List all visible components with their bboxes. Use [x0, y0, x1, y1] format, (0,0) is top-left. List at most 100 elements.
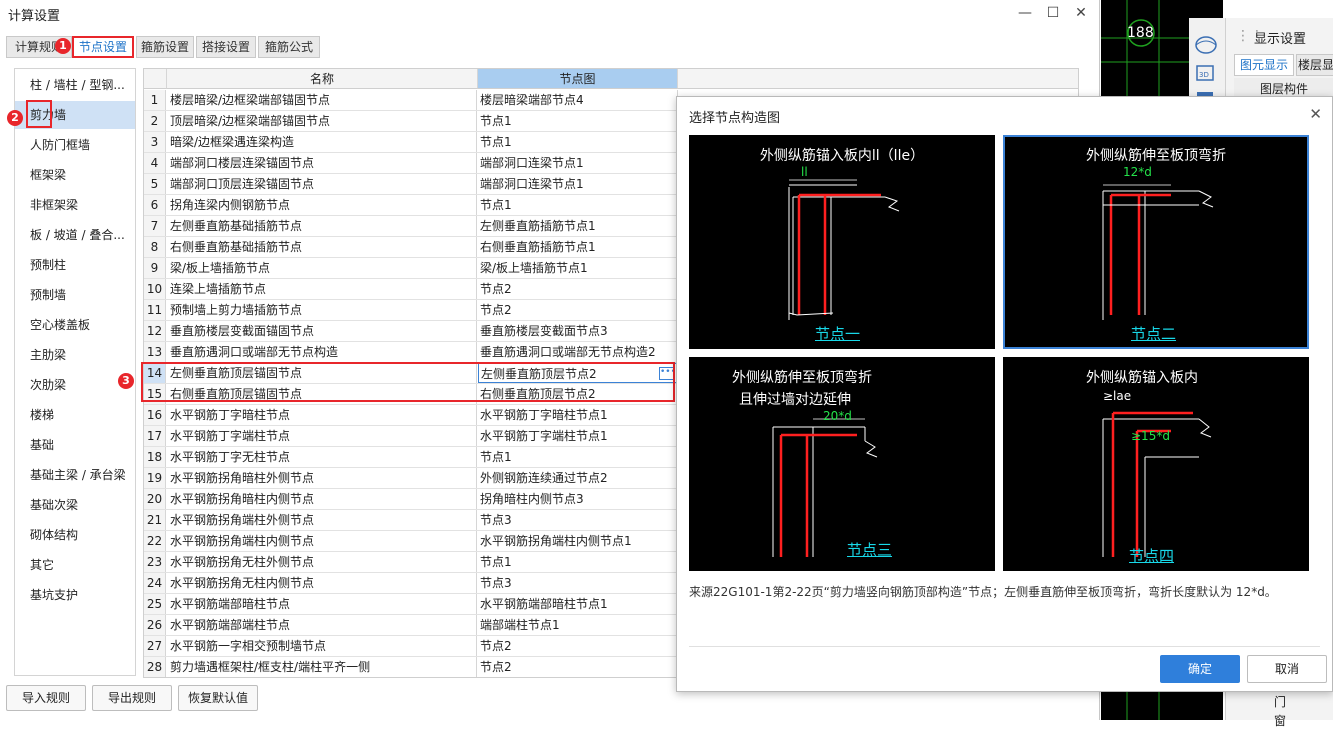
dialog-close-icon[interactable]: ✕	[1309, 105, 1322, 123]
row-number: 18	[144, 447, 166, 467]
node-option-3[interactable]: 外侧纵筋伸至板顶弯折 且伸过墙对边延伸 20*d 节点三	[689, 357, 995, 571]
node-diagram-cell[interactable]: 左侧垂直筋插筋节点1	[478, 216, 678, 236]
node-diagram-value: 节点1	[480, 114, 512, 128]
node-2-label: 节点二	[1131, 325, 1177, 343]
close-icon[interactable]: ✕	[1072, 4, 1090, 22]
node-diagram-cell[interactable]: 节点2	[478, 657, 678, 677]
node-diagram-value: 节点1	[480, 198, 512, 212]
node-1-dimension: ll	[801, 165, 808, 179]
ok-button[interactable]: 确定	[1160, 655, 1240, 683]
node-diagram-cell[interactable]: 水平钢筋拐角端柱内侧节点1	[478, 531, 678, 551]
category-item[interactable]: 其它	[15, 551, 135, 579]
row-number: 24	[144, 573, 166, 593]
category-item[interactable]: 主肋梁	[15, 341, 135, 369]
step-marker-2: 2	[7, 110, 23, 126]
cancel-button[interactable]: 取消	[1247, 655, 1327, 683]
node-diagram-cell[interactable]: 节点2	[478, 279, 678, 299]
category-item[interactable]: 基础次梁	[15, 491, 135, 519]
header-rownum	[144, 69, 167, 89]
node-diagram-cell[interactable]: 水平钢筋丁字端柱节点1	[478, 426, 678, 446]
node-diagram-cell[interactable]: 节点2	[478, 636, 678, 656]
category-item[interactable]: 框架梁	[15, 161, 135, 189]
export-rules-button[interactable]: 导出规则	[92, 685, 172, 711]
row-number: 26	[144, 615, 166, 635]
node-name-cell: 水平钢筋丁字端柱节点	[167, 426, 477, 446]
dialog-title: 选择节点构造图	[689, 111, 781, 126]
node-diagram-cell[interactable]: 梁/板上墙插筋节点1	[478, 258, 678, 278]
node-option-4[interactable]: 外侧纵筋锚入板内 ≥lae ≥15*d 节点四	[1003, 357, 1309, 571]
tab-element-display[interactable]: 图元显示	[1234, 54, 1294, 76]
category-item[interactable]: 非框架梁	[15, 191, 135, 219]
display-settings-title: 显示设置	[1254, 32, 1307, 47]
category-item[interactable]: 板 / 坡道 / 叠合...	[15, 221, 135, 249]
category-item[interactable]: 次肋梁	[15, 371, 135, 399]
node-diagram-cell[interactable]: 节点1	[478, 447, 678, 467]
layer-item-window[interactable]: 窗	[1274, 712, 1286, 729]
node-diagram-value: 节点1	[480, 135, 512, 149]
category-item[interactable]: 预制墙	[15, 281, 135, 309]
node-diagram-cell[interactable]: 垂直筋遇洞口或端部无节点构造2	[478, 342, 678, 362]
node-diagram-cell[interactable]: 节点3	[478, 573, 678, 593]
node-diagram-cell[interactable]: 节点3	[478, 510, 678, 530]
node-4-diagram	[1102, 411, 1212, 557]
node-diagram-cell[interactable]: 端部端柱节点1	[478, 615, 678, 635]
node-option-2[interactable]: 外侧纵筋伸至板顶弯折 12*d 节点二	[1003, 135, 1309, 349]
node-diagram-value: 节点1	[480, 450, 512, 464]
node-diagram-value: 拐角暗柱内侧节点3	[480, 492, 584, 506]
node-diagram-cell[interactable]: 拐角暗柱内侧节点3	[478, 489, 678, 509]
node-diagram-value: 右侧垂直筋插筋节点1	[480, 240, 596, 254]
node-diagram-value: 节点1	[480, 555, 512, 569]
tab-node-settings[interactable]: 节点设置	[72, 36, 134, 58]
node-diagram-value: 水平钢筋拐角端柱内侧节点1	[480, 534, 632, 548]
node-1-diagram	[788, 179, 900, 320]
category-item[interactable]: 楼梯	[15, 401, 135, 429]
node-1-title: 外侧纵筋锚入板内ll（lle）	[759, 148, 925, 164]
select-node-diagram-dialog: 选择节点构造图 ✕ 外侧纵筋锚入板内ll（lle） ll 节点一 外侧纵筋伸至板…	[676, 96, 1333, 692]
node-diagram-cell[interactable]: 节点1	[478, 132, 678, 152]
row-number: 25	[144, 594, 166, 614]
category-item[interactable]: 砌体结构	[15, 521, 135, 549]
layer-item-door[interactable]: 门	[1274, 693, 1286, 710]
node-name-cell: 连梁上墙插筋节点	[167, 279, 477, 299]
node-diagram-cell[interactable]: 外侧钢筋连续通过节点2	[478, 468, 678, 488]
node-diagram-cell[interactable]: 楼层暗梁端部节点4	[478, 90, 678, 110]
node-name-cell: 水平钢筋拐角端柱内侧节点	[167, 531, 477, 551]
minimize-icon[interactable]: —	[1016, 4, 1034, 22]
row-number: 16	[144, 405, 166, 425]
node-diagram-cell[interactable]: 右侧垂直筋插筋节点1	[478, 237, 678, 257]
node-option-1[interactable]: 外侧纵筋锚入板内ll（lle） ll 节点一	[689, 135, 995, 349]
node-2-dimension: 12*d	[1123, 165, 1152, 179]
row-number: 21	[144, 510, 166, 530]
node-4-title: 外侧纵筋锚入板内	[1086, 370, 1198, 386]
node-4-dimension: ≥lae	[1103, 389, 1132, 403]
row-number: 1	[144, 90, 166, 110]
row-number: 10	[144, 279, 166, 299]
tab-lap-settings[interactable]: 搭接设置	[196, 36, 256, 58]
node-diagram-value: 节点3	[480, 576, 512, 590]
node-diagram-cell[interactable]: 节点1	[478, 111, 678, 131]
category-item[interactable]: 预制柱	[15, 251, 135, 279]
step-marker-3: 3	[118, 373, 134, 389]
node-diagram-value: 梁/板上墙插筋节点1	[480, 261, 588, 275]
category-item[interactable]: 基础	[15, 431, 135, 459]
node-diagram-cell[interactable]: 节点1	[478, 552, 678, 572]
category-item[interactable]: 柱 / 墙柱 / 型钢...	[15, 71, 135, 99]
category-item[interactable]: 基础主梁 / 承台梁	[15, 461, 135, 489]
tab-floor-display[interactable]: 楼层显	[1296, 54, 1333, 76]
category-item[interactable]: 人防门框墙	[15, 131, 135, 159]
node-diagram-cell[interactable]: 端部洞口连梁节点1	[478, 174, 678, 194]
category-item[interactable]: 基坑支护	[15, 581, 135, 609]
maximize-icon[interactable]: ☐	[1044, 4, 1062, 22]
tab-stirrup-settings[interactable]: 箍筋设置	[136, 36, 194, 58]
node-diagram-cell[interactable]: 节点2	[478, 300, 678, 320]
node-diagram-cell[interactable]: 垂直筋楼层变截面节点3	[478, 321, 678, 341]
restore-defaults-button[interactable]: 恢复默认值	[178, 685, 258, 711]
node-diagram-cell[interactable]: 节点1	[478, 195, 678, 215]
node-3-dimension: 20*d	[823, 409, 852, 423]
category-item[interactable]: 空心楼盖板	[15, 311, 135, 339]
node-diagram-cell[interactable]: 端部洞口连梁节点1	[478, 153, 678, 173]
node-diagram-cell[interactable]: 水平钢筋端部暗柱节点1	[478, 594, 678, 614]
tab-stirrup-formula[interactable]: 箍筋公式	[258, 36, 320, 58]
import-rules-button[interactable]: 导入规则	[6, 685, 86, 711]
node-diagram-cell[interactable]: 水平钢筋丁字暗柱节点1	[478, 405, 678, 425]
